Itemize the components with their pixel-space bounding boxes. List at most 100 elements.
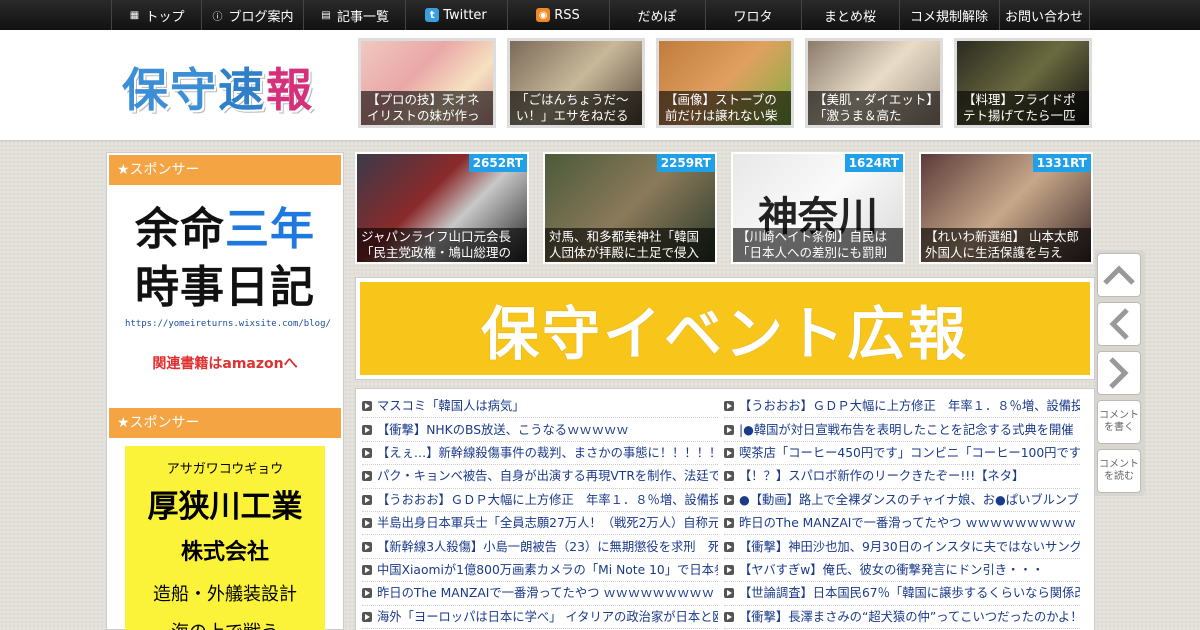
rt-card[interactable]: 2259RT 対馬、和多都美神社「韓国人団体が拝殿に土足で侵入 bbox=[543, 152, 717, 264]
article-link[interactable]: 【世論調査】日本国民67％「韓国に譲歩するくらいなら関係改 bbox=[724, 582, 1080, 606]
featured-thumb[interactable]: 【美肌・ダイエット】「激うま＆高た bbox=[805, 38, 943, 128]
article-link[interactable]: 【新幹線3人殺傷】小島一朗被告（23）に無期懲役を求刑 死刑 bbox=[362, 535, 718, 559]
chevron-left-icon bbox=[1109, 308, 1129, 340]
article-link[interactable]: パク・キョンベ被告、自身が出演する再現VTRを制作、法廷で bbox=[362, 465, 718, 489]
chevron-up-icon bbox=[1103, 265, 1135, 285]
rss-icon: ◉ bbox=[536, 8, 551, 22]
rt-card[interactable]: 神奈川 1624RT 【川崎ヘイト条例】自民は「日本人への差別にも罰則 bbox=[731, 152, 905, 264]
article-list: マスコミ「韓国人は病気」【衝撃】NHKのBS放送、こうなるｗｗｗｗｗ 【えぇ…】新… bbox=[355, 388, 1095, 630]
article-title: 【衝撃】NHKのBS放送、こうなるｗｗｗｗｗ bbox=[377, 422, 629, 437]
arrow-right-icon bbox=[724, 518, 734, 529]
article-title: 【ヤバすぎw】俺氏、彼女の衝撃発言にドン引き・・・ bbox=[739, 562, 1044, 577]
arrow-right-icon bbox=[362, 518, 372, 529]
article-link[interactable]: |●韓国が対日宣戦布告を表明したことを記念する式典を開催 bbox=[724, 418, 1080, 442]
article-list-left: マスコミ「韓国人は病気」【衝撃】NHKのBS放送、こうなるｗｗｗｗｗ 【えぇ…】新… bbox=[362, 395, 718, 629]
article-title: 【！？】スパロボ新作のリークきたぞー!!!【ネタ】 bbox=[739, 469, 1025, 484]
article-title: 【衝撃】長澤まさみの“超犬猿の仲”ってこいつだったのかよ！ bbox=[739, 609, 1080, 624]
next-button[interactable] bbox=[1097, 351, 1141, 395]
article-title: 昨日のThe MANZAIで一番滑ってたやつ ｗｗｗｗｗｗｗｗｗ bbox=[377, 586, 714, 601]
nav-label: RSS bbox=[554, 7, 580, 23]
article-title: 【衝撃】神田沙也加、9月30日のインスタに夫ではないサングラ bbox=[739, 539, 1080, 554]
article-link[interactable]: 【ヤバすぎw】俺氏、彼女の衝撃発言にドン引き・・・ bbox=[724, 559, 1080, 583]
nav-label: お問い合わせ bbox=[1004, 9, 1083, 25]
featured-thumb[interactable]: 「ごはんちょうだ～い！」エサをねだる bbox=[507, 38, 645, 128]
article-link[interactable]: 海外「ヨーロッパは日本に学べ」 イタリアの政治家が日本と欧 bbox=[362, 606, 718, 629]
sponsor-heading: ★スポンサー bbox=[109, 408, 341, 438]
write-comment-button[interactable]: コメントを書く bbox=[1097, 400, 1141, 444]
nav-label: Twitter bbox=[443, 7, 487, 23]
article-link[interactable]: 昨日のThe MANZAIで一番滑ってたやつ ｗｗｗｗｗｗｗｗｗ bbox=[724, 512, 1080, 536]
list-icon: ▤ bbox=[321, 9, 331, 21]
sidebar: ★スポンサー 余命三年 時事日記 https://yomeireturns.wi… bbox=[106, 152, 344, 630]
arrow-right-icon bbox=[362, 494, 372, 505]
nav-label: コメ規制解除 bbox=[909, 9, 988, 25]
article-link[interactable]: 【うおおお】ＧＤＰ大幅に上方修正 年率１．８％増、設備投 bbox=[724, 395, 1080, 419]
rt-caption: 対馬、和多都美神社「韓国人団体が拝殿に土足で侵入 bbox=[545, 228, 715, 262]
article-link[interactable]: マスコミ「韓国人は病気」 bbox=[362, 395, 718, 419]
nav-item[interactable]: コメ規制解除 bbox=[900, 0, 1000, 30]
nav-item[interactable]: ▦ トップ bbox=[112, 0, 202, 30]
arrow-right-icon bbox=[362, 424, 372, 435]
info-icon: ⓘ bbox=[212, 11, 223, 23]
article-title: 【うおおお】ＧＤＰ大幅に上方修正 年率１．８％増、設備投 bbox=[739, 399, 1080, 414]
scroll-top-button[interactable] bbox=[1097, 253, 1141, 297]
article-link[interactable]: ●【動画】路上で全裸ダンスのチャイナ娘、お●ぱいブルンブル bbox=[724, 489, 1080, 512]
sponsor-ad-asagawa[interactable]: アサガワコウギョウ 厚狭川工業 株式会社 造船・外艤装設計 海の上で戦う bbox=[125, 446, 325, 630]
twitter-icon: t bbox=[425, 8, 440, 22]
arrow-right-icon bbox=[362, 471, 372, 482]
nav-item[interactable]: ⓘ ブログ案内 bbox=[202, 0, 304, 30]
rt-card[interactable]: 1331RT 【れいわ新選組】 山本太郎外国人に生活保護を与え bbox=[919, 152, 1093, 264]
article-link[interactable]: 中国Xiaomiが1億800万画素カメラの「Mi Note 10」で日本参入 bbox=[362, 559, 718, 583]
amazon-link[interactable]: 関連書籍はamazonへ bbox=[125, 353, 325, 373]
arrow-right-icon bbox=[724, 424, 734, 435]
previous-button[interactable] bbox=[1097, 302, 1141, 346]
event-banner[interactable]: 保守イベント広報 bbox=[355, 277, 1095, 380]
article-title: 半島出身日本軍兵士「全員志願27万人！（戦死2万人）自称元徴 bbox=[377, 516, 718, 531]
thumb-caption: 「ごはんちょうだ～い！」エサをねだる bbox=[510, 91, 642, 125]
site-logo[interactable]: 保守速報 bbox=[122, 54, 314, 120]
floating-buttons: コメントを書く コメントを読む bbox=[1095, 250, 1145, 496]
arrow-right-icon bbox=[362, 401, 372, 412]
arrow-right-icon bbox=[724, 471, 734, 482]
nav-item[interactable]: だめぽ bbox=[610, 0, 706, 30]
article-title: 中国Xiaomiが1億800万画素カメラの「Mi Note 10」で日本参入 bbox=[377, 562, 718, 577]
article-link[interactable]: 喫茶店「コーヒー450円です」コンビニ「コーヒー100円です」 bbox=[724, 442, 1080, 466]
article-link[interactable]: 【！？】スパロボ新作のリークきたぞー!!!【ネタ】 bbox=[724, 465, 1080, 489]
featured-thumb[interactable]: 【料理】フライドポテト揚げてたら一匹 bbox=[954, 38, 1092, 128]
read-comment-button[interactable]: コメントを読む bbox=[1097, 449, 1141, 493]
nav-item[interactable]: まとめ桜 bbox=[802, 0, 900, 30]
nav-label: ブログ案内 bbox=[228, 9, 294, 25]
article-list-right: 【うおおお】ＧＤＰ大幅に上方修正 年率１．８％増、設備投 |●韓国が対日宣戦布告を… bbox=[724, 395, 1080, 629]
nav-item[interactable]: t Twitter bbox=[406, 0, 508, 30]
article-title: 海外「ヨーロッパは日本に学べ」 イタリアの政治家が日本と欧 bbox=[377, 609, 718, 624]
arrow-right-icon bbox=[362, 541, 372, 552]
featured-thumb[interactable]: 【プロの技】天オネイリストの妹が作っ bbox=[358, 38, 496, 128]
article-link[interactable]: 半島出身日本軍兵士「全員志願27万人！（戦死2万人）自称元徴 bbox=[362, 512, 718, 536]
thumb-caption: 【美肌・ダイエット】「激うま＆高た bbox=[808, 91, 940, 125]
nav-item[interactable]: ▤ 記事一覧 bbox=[304, 0, 406, 30]
article-title: 喫茶店「コーヒー450円です」コンビニ「コーヒー100円です」 bbox=[739, 445, 1080, 460]
chevron-right-icon bbox=[1109, 357, 1129, 389]
nav-label: ワロタ bbox=[733, 9, 773, 25]
nav-item[interactable]: お問い合わせ bbox=[1000, 0, 1090, 30]
thumb-caption: 【画像】ストーブの前だけは譲れない柴 bbox=[659, 91, 791, 125]
arrow-right-icon bbox=[362, 611, 372, 622]
retweet-ranking: 2652RT ジャパンライフ山口元会長「民主党政権・鳩山総理の 2259RT 対馬、和… bbox=[355, 152, 1095, 264]
nav-list: ▦ トップ ⓘ ブログ案内 ▤ 記事一覧 t Twitter ◉ RSS だめぽ ワロタ まとめ桜 コメ規… bbox=[110, 0, 1090, 30]
thumb-caption: 【プロの技】天オネイリストの妹が作っ bbox=[361, 91, 493, 125]
arrow-right-icon bbox=[724, 401, 734, 412]
article-link[interactable]: 【うおおお】ＧＤＰ大幅に上方修正 年率１．８％増、設備投 bbox=[362, 489, 718, 512]
rt-count-badge: 2652RT bbox=[468, 154, 527, 172]
nav-item[interactable]: ◉ RSS bbox=[508, 0, 610, 30]
rt-card[interactable]: 2652RT ジャパンライフ山口元会長「民主党政権・鳩山総理の bbox=[355, 152, 529, 264]
article-link[interactable]: 昨日のThe MANZAIで一番滑ってたやつ ｗｗｗｗｗｗｗｗｗ bbox=[362, 582, 718, 606]
featured-thumb[interactable]: 【画像】ストーブの前だけは譲れない柴 bbox=[656, 38, 794, 128]
article-link[interactable]: 【えぇ…】新幹線殺傷事件の裁判、まさかの事態に！！！！！ bbox=[362, 442, 718, 466]
rt-caption: 【川崎ヘイト条例】自民は「日本人への差別にも罰則 bbox=[733, 228, 903, 262]
sponsor-ad-yomei[interactable]: 余命三年 時事日記 https://yomeireturns.wixsite.c… bbox=[125, 201, 331, 373]
article-link[interactable]: 【衝撃】神田沙也加、9月30日のインスタに夫ではないサングラ bbox=[724, 535, 1080, 559]
nav-item[interactable]: ワロタ bbox=[706, 0, 802, 30]
article-link[interactable]: 【衝撃】NHKのBS放送、こうなるｗｗｗｗｗ bbox=[362, 418, 718, 442]
article-link[interactable]: 【衝撃】長澤まさみの“超犬猿の仲”ってこいつだったのかよ！ bbox=[724, 606, 1080, 629]
rt-caption: 【れいわ新選組】 山本太郎外国人に生活保護を与え bbox=[921, 228, 1091, 262]
